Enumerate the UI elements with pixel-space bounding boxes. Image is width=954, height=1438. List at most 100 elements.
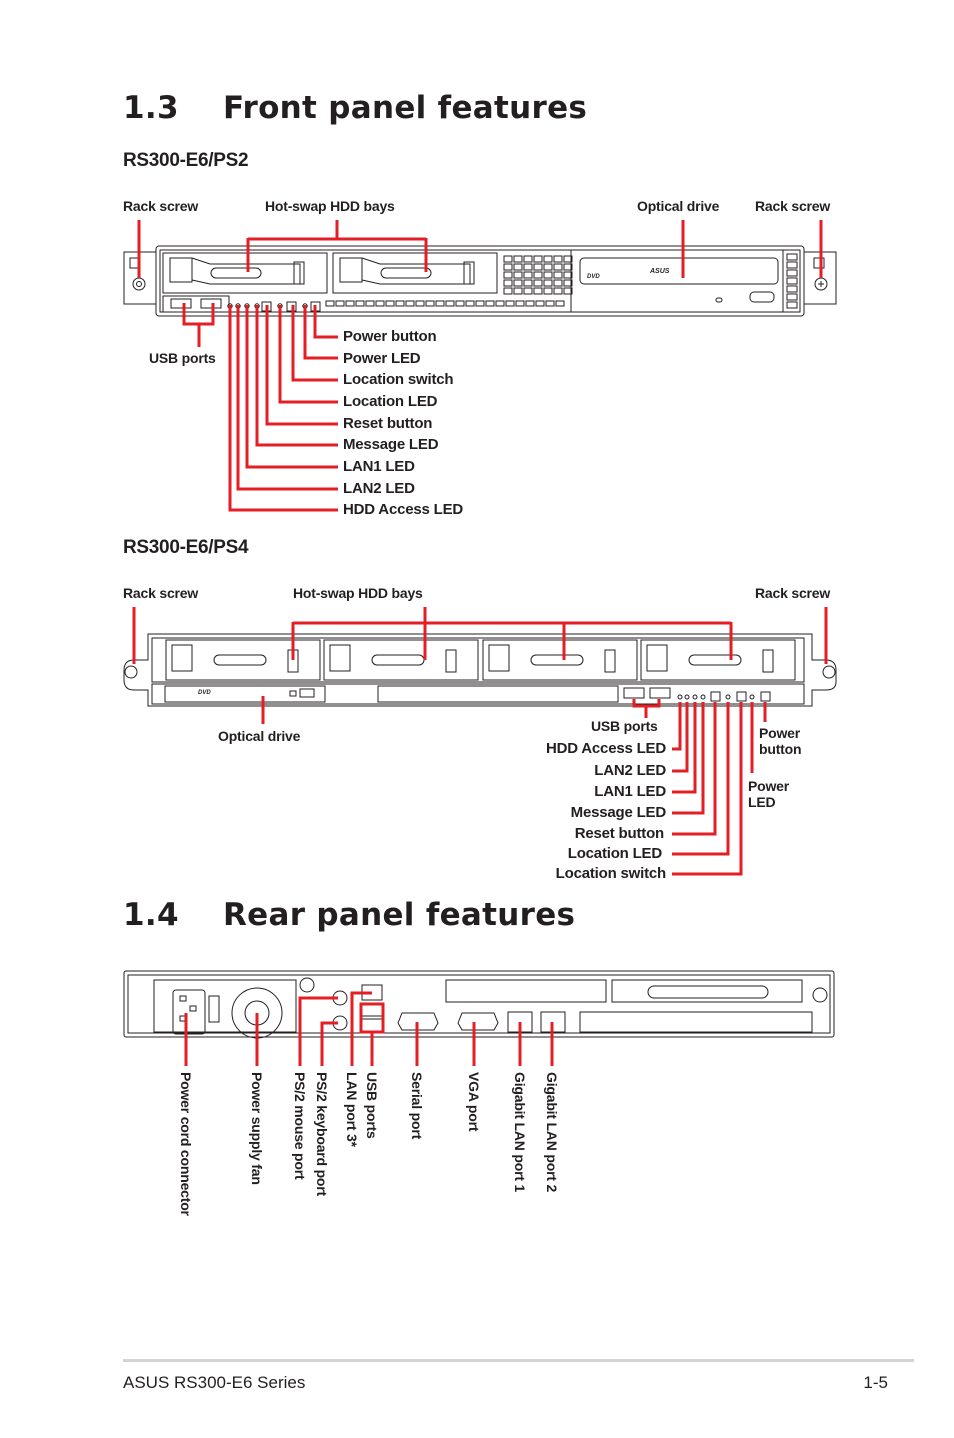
callout-label: PS/2 keyboard port xyxy=(314,1072,330,1196)
callout-label: Reset button xyxy=(574,825,664,842)
callout-label: PS/2 mouse port xyxy=(292,1072,308,1180)
optical-drive-bay xyxy=(570,249,784,313)
bay-vent xyxy=(210,267,262,279)
ps4-front-panel-drawing xyxy=(123,633,837,707)
pin xyxy=(179,1015,187,1022)
callout-hdd-bays xyxy=(291,607,733,660)
ps2-callout-lines xyxy=(137,220,823,512)
bay-latch xyxy=(287,649,299,673)
slot-cell xyxy=(786,301,798,309)
callout-label: Gigabit LAN port 2 xyxy=(544,1072,560,1193)
callout-label: Location LED xyxy=(343,393,438,410)
rack-screw-left-icon xyxy=(124,665,138,679)
vent-cell xyxy=(553,271,563,279)
vent-cell xyxy=(325,300,335,307)
callout-lan2-led xyxy=(672,702,689,773)
side-slots xyxy=(786,253,798,309)
chassis-outline xyxy=(123,633,837,707)
hdd-bay-1 xyxy=(162,252,328,294)
bay-label xyxy=(329,644,351,672)
location-switch-icon xyxy=(736,691,747,702)
vent-cell xyxy=(345,300,355,307)
callout-location-led xyxy=(278,305,338,404)
led-icon xyxy=(235,303,241,309)
callout-label: LAN2 LED xyxy=(343,480,415,497)
usb-panel xyxy=(162,295,230,313)
ear-slot xyxy=(129,257,141,269)
bay-latch xyxy=(445,649,457,673)
vent-cell xyxy=(513,287,523,295)
led-icon xyxy=(277,303,283,309)
vent-cell xyxy=(335,300,345,307)
vent-cell xyxy=(355,300,365,307)
callout-label: Message LED xyxy=(343,436,439,453)
led-icon xyxy=(302,303,308,309)
vent-cell xyxy=(523,279,533,287)
rear-callout-lines xyxy=(184,991,554,1066)
vent-cell xyxy=(543,263,553,271)
psu-module xyxy=(153,979,297,1033)
pin xyxy=(189,1005,197,1012)
label-usb-ports: USB ports xyxy=(591,718,658,734)
rack-ear-right xyxy=(803,251,837,305)
label-power-led: Power LED xyxy=(748,778,789,810)
vent-cell xyxy=(375,300,385,307)
callout-lan2-led xyxy=(236,305,338,491)
vent-cell xyxy=(513,271,523,279)
callout-hdd-access-led xyxy=(672,702,682,751)
callout-label: Serial port xyxy=(409,1072,425,1140)
vent-cell xyxy=(553,279,563,287)
callout-reset-button xyxy=(672,702,717,836)
drive-led xyxy=(715,297,723,303)
hdd-bay xyxy=(323,639,479,681)
chassis xyxy=(155,245,805,317)
bay-frame xyxy=(151,637,805,683)
vent-cell xyxy=(563,271,573,279)
usb-port-1-icon xyxy=(360,1003,384,1017)
callout-label: Power LED xyxy=(343,350,421,367)
power-cord-connector-icon xyxy=(172,989,206,1035)
hdd-bay xyxy=(640,639,796,681)
bay-label xyxy=(488,644,510,672)
bay-latch xyxy=(293,261,305,285)
vent-cell xyxy=(513,263,523,271)
vent-cell xyxy=(505,300,515,307)
callout-location-led xyxy=(672,702,730,856)
vent-cell xyxy=(503,279,513,287)
vent-cell xyxy=(563,279,573,287)
vent-cell xyxy=(543,271,553,279)
label-rack-screw-right: Rack screw xyxy=(755,198,831,214)
usb-port-1 xyxy=(170,298,192,309)
vent-cell xyxy=(395,300,405,307)
vent-cell xyxy=(533,255,543,263)
expansion-slot-2 xyxy=(611,979,803,1003)
footer-rule xyxy=(123,1359,914,1362)
led-icon xyxy=(700,694,706,700)
section-number: 1.3 xyxy=(123,90,179,126)
callout-label: Reset button xyxy=(343,415,433,432)
label-hdd-bays: Hot-swap HDD bays xyxy=(265,198,395,214)
callout-label: LAN2 LED xyxy=(594,762,666,779)
usb-port-2 xyxy=(649,687,671,699)
hdd-bay xyxy=(482,639,638,681)
hdd-bay xyxy=(165,639,321,681)
bay-handle xyxy=(361,257,471,285)
vent-cell xyxy=(485,300,495,307)
vent-cell xyxy=(563,255,573,263)
bay-label xyxy=(169,257,193,283)
rack-screw-right-icon xyxy=(822,665,836,679)
rear-panel-drawing xyxy=(123,970,835,1039)
drive-led xyxy=(289,690,297,697)
vent-cell xyxy=(503,271,513,279)
callout-lan1-led xyxy=(245,305,338,469)
callout-ps2-mouse xyxy=(298,996,338,1066)
rear-chassis-inner xyxy=(127,974,831,1034)
callout-label: LAN1 LED xyxy=(343,458,415,475)
vent-cell xyxy=(435,300,445,307)
callout-usb-ports xyxy=(182,303,215,347)
usb-port-2 xyxy=(200,298,222,309)
vent-cell xyxy=(523,287,533,295)
bay-latch xyxy=(604,649,616,673)
bay-latch xyxy=(463,261,475,285)
bay-vent xyxy=(213,654,267,666)
